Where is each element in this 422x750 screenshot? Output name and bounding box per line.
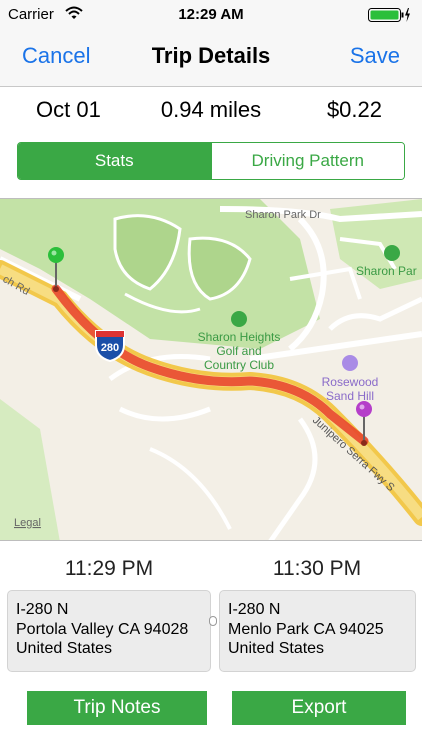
tab-stats[interactable]: Stats [18,143,211,179]
hotel-poi-icon [342,355,358,371]
map-legal-link: Legal [14,517,41,529]
start-time: 11:29 PM [64,557,154,580]
trip-cost: $0.22 [326,97,382,122]
golf-label-2: Golf and [216,344,261,358]
cancel-button[interactable]: Cancel [22,43,90,69]
save-button[interactable]: Save [350,43,400,69]
trip-notes-button[interactable]: Trip Notes [27,691,207,725]
trip-map[interactable]: 280 Sharon Park Dr ch Rd Sharon Par Shar… [0,198,422,541]
park-label: Sharon Par [356,264,417,278]
street-sharon-park: Sharon Park Dr [245,209,321,221]
golf-label-1: Sharon Heights [198,330,281,344]
end-address-box: I-280 N Menlo Park CA 94025 United State… [219,590,416,672]
start-address-line2: Portola Valley CA 94028 [16,620,189,638]
hotel-label-2: Sand Hill [326,389,374,403]
end-address-line1: I-280 N [228,601,281,618]
start-address-line3: United States [16,640,113,657]
hotel-label-1: Rosewood [322,375,379,389]
battery-icon [368,7,412,28]
golf-label-3: Country Club [204,358,274,372]
status-clock: 12:29 AM [178,6,244,23]
connector-icon [209,616,217,626]
view-segmented-control: Stats Driving Pattern [17,142,405,180]
end-address-line3: United States [228,640,325,657]
start-address-line1: I-280 N [16,601,69,618]
end-address-line2: Menlo Park CA 94025 [228,620,384,638]
navigation-bar: Cancel Trip Details Save [0,30,422,87]
status-bar: Carrier 12:29 AM [0,0,422,30]
tab-driving-pattern[interactable]: Driving Pattern [210,143,404,179]
golf-poi-icon [231,311,247,327]
start-address-box: I-280 N Portola Valley CA 94028 United S… [7,590,211,672]
end-time: 11:30 PM [272,557,362,580]
export-button[interactable]: Export [232,691,406,725]
highway-shield-label: 280 [101,342,119,354]
park-poi-icon [384,245,400,261]
